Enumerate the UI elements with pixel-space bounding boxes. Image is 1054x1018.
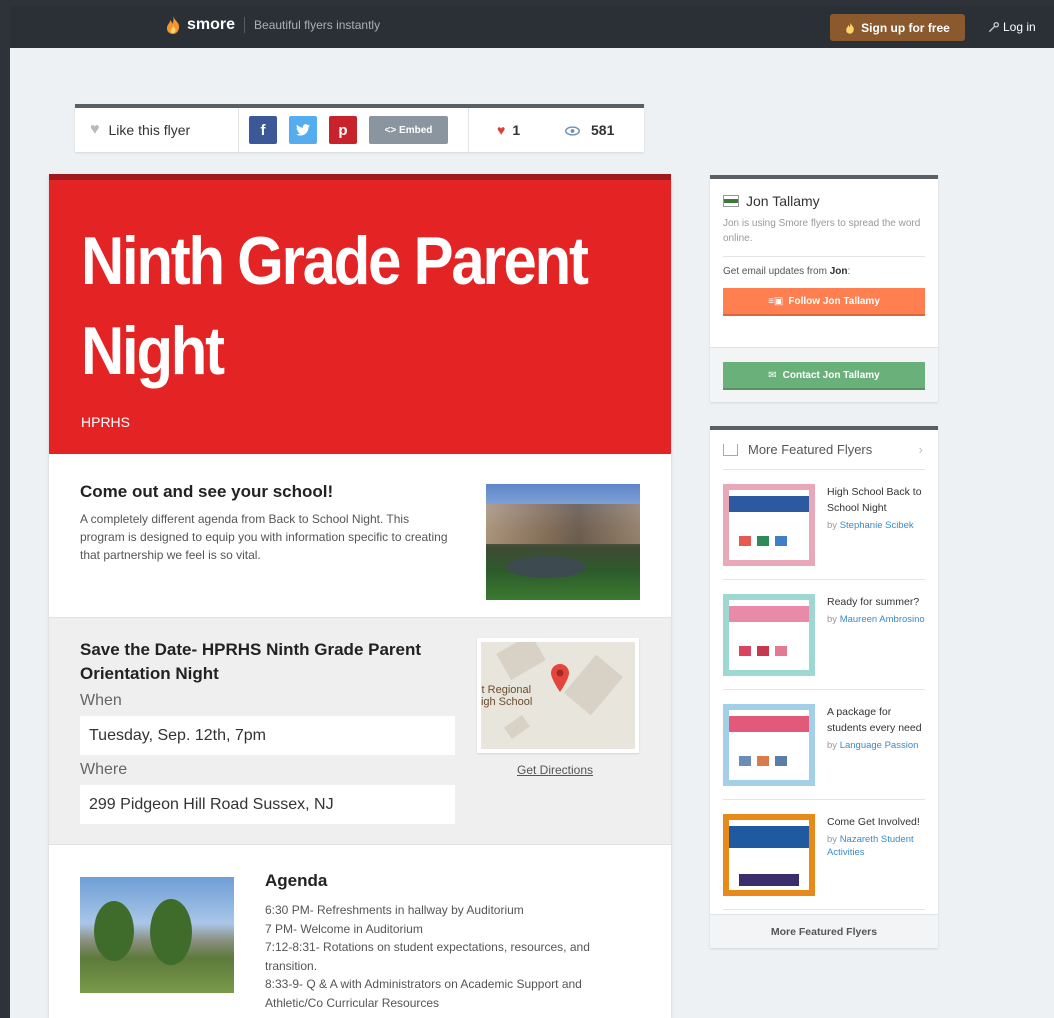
featured-header[interactable]: More Featured Flyers › xyxy=(723,430,925,470)
flyer-subtitle: HPRHS xyxy=(81,414,131,430)
featured-item[interactable]: A package for students every need by Lan… xyxy=(723,690,925,800)
flame-icon xyxy=(166,16,180,34)
agenda-list: 6:30 PM- Refreshments in hallway by Audi… xyxy=(265,901,625,1012)
when-value: Tuesday, Sep. 12th, 7pm xyxy=(80,716,455,755)
share-bar: ♥ Like this flyer f t p <> Embed ♥1 581 xyxy=(75,104,644,152)
likes-value: 1 xyxy=(512,122,521,138)
contact-label: Contact Jon Tallamy xyxy=(782,369,880,381)
chevron-right-icon: › xyxy=(918,442,923,457)
brand-tagline: Beautiful flyers instantly xyxy=(254,18,381,32)
brand[interactable]: smore Beautiful flyers instantly xyxy=(165,16,380,34)
map-place-label: int Regional High School xyxy=(481,684,533,708)
flame-icon xyxy=(846,21,854,34)
flyer-stats: ♥ 1 581 xyxy=(469,122,614,138)
school-exterior-photo[interactable] xyxy=(80,877,234,993)
agenda-item: 7:12-8:31- Rotations on student expectat… xyxy=(265,940,590,973)
pinterest-icon: p xyxy=(338,121,348,139)
featured-item[interactable]: High School Back to School Night by Step… xyxy=(723,470,925,580)
brand-name: smore xyxy=(187,16,236,33)
featured-item[interactable]: Ready for summer? by Maureen Ambrosino xyxy=(723,580,925,690)
log-in-link[interactable]: Log in xyxy=(988,20,1036,34)
brand-divider xyxy=(244,17,246,33)
tray-icon xyxy=(723,443,738,456)
top-bar: smore Beautiful flyers instantly Sign up… xyxy=(10,6,1054,48)
sign-up-button[interactable]: Sign up for free xyxy=(830,14,965,41)
get-directions-link[interactable]: Get Directions xyxy=(517,763,593,777)
location-map[interactable]: int Regional High School xyxy=(477,638,639,753)
more-featured-flyers-link[interactable]: More Featured Flyers xyxy=(710,914,938,948)
where-value: 299 Pidgeon Hill Road Sussex, NJ xyxy=(80,785,455,824)
twitter-share-button[interactable]: t xyxy=(289,116,317,144)
map-pin-icon xyxy=(551,664,569,692)
featured-author: by Stephanie Scibek xyxy=(827,520,914,531)
featured-title: Ready for summer? xyxy=(827,596,920,608)
facebook-share-button[interactable]: f xyxy=(249,116,277,144)
heart-icon: ♥ xyxy=(497,122,506,138)
contact-button[interactable]: ✉ Contact Jon Tallamy xyxy=(723,362,925,390)
agenda-title: Agenda xyxy=(265,871,328,890)
author-panel: Jon Tallamy Jon is using Smore flyers to… xyxy=(710,175,938,402)
follow-label: Follow Jon Tallamy xyxy=(788,295,880,307)
featured-thumbnail xyxy=(723,704,815,786)
author-description: Jon is using Smore flyers to spread the … xyxy=(723,218,921,244)
agenda-item: 8:33-9- Q & A with Administrators on Aca… xyxy=(265,977,582,1010)
avatar xyxy=(723,195,739,207)
embed-button[interactable]: <> Embed xyxy=(369,116,448,144)
views-value: 581 xyxy=(591,122,615,138)
featured-heading: More Featured Flyers xyxy=(748,442,873,457)
email-updates-text: Get email updates from Jon: xyxy=(723,266,851,277)
log-in-label: Log in xyxy=(1003,20,1036,34)
author-info[interactable]: Jon Tallamy xyxy=(710,179,938,209)
key-icon xyxy=(988,21,999,32)
likes-count: ♥ 1 xyxy=(497,122,520,138)
like-button[interactable]: ♥ Like this flyer xyxy=(75,108,239,152)
flyer-header: Ninth Grade Parent Night HPRHS xyxy=(49,174,671,454)
like-label: Like this flyer xyxy=(108,122,191,138)
intro-section: Come out and see your school! A complete… xyxy=(49,454,671,617)
envelope-icon: ✉ xyxy=(768,369,777,381)
page-content: ♥ Like this flyer f t p <> Embed ♥1 581 … xyxy=(10,48,1054,1018)
featured-title: A package for students every need xyxy=(827,706,922,734)
follow-icon: ≡▣ xyxy=(768,295,784,307)
heart-icon: ♥ xyxy=(90,121,100,138)
pinterest-share-button[interactable]: p xyxy=(329,116,357,144)
featured-flyers-panel: More Featured Flyers › High School Back … xyxy=(710,426,938,948)
eye-icon xyxy=(565,126,581,136)
follow-button[interactable]: ≡▣ Follow Jon Tallamy xyxy=(723,288,925,316)
featured-author: by Language Passion xyxy=(827,740,919,751)
contact-area: ✉ Contact Jon Tallamy xyxy=(710,347,938,402)
agenda-item: 6:30 PM- Refreshments in hallway by Audi… xyxy=(265,903,524,917)
agenda-item: 7 PM- Welcome in Auditorium xyxy=(265,921,423,936)
facebook-icon: f xyxy=(260,121,266,139)
author-name: Jon Tallamy xyxy=(746,193,820,209)
featured-thumbnail xyxy=(723,484,815,566)
featured-author: by Maureen Ambrosino xyxy=(827,614,925,625)
event-heading: Save the Date- HPRHS Ninth Grade Parent … xyxy=(80,640,422,683)
featured-thumbnail xyxy=(723,594,815,676)
featured-title: Come Get Involved! xyxy=(827,816,920,828)
sign-up-label: Sign up for free xyxy=(861,20,950,35)
embed-label: <> Embed xyxy=(384,124,433,136)
featured-title: High School Back to School Night xyxy=(827,486,922,514)
agenda-block: Agenda 6:30 PM- Refreshments in hallway … xyxy=(265,871,625,1012)
school-courtyard-photo[interactable] xyxy=(486,484,640,600)
featured-thumbnail xyxy=(723,814,815,896)
flyer-title: Ninth Grade Parent Night xyxy=(81,223,589,389)
views-count: 581 xyxy=(565,122,614,138)
flyer-card: Ninth Grade Parent Night HPRHS Come out … xyxy=(49,174,671,1018)
agenda-section: Agenda 6:30 PM- Refreshments in hallway … xyxy=(49,845,671,1018)
intro-body: A completely different agenda from Back … xyxy=(80,512,448,562)
featured-item[interactable]: Come Get Involved! by Nazareth Student A… xyxy=(723,800,925,910)
event-section: Save the Date- HPRHS Ninth Grade Parent … xyxy=(49,617,671,845)
twitter-icon xyxy=(296,124,310,136)
featured-author: by Nazareth Student Activities xyxy=(827,834,914,858)
social-buttons: f t p <> Embed xyxy=(239,108,469,152)
